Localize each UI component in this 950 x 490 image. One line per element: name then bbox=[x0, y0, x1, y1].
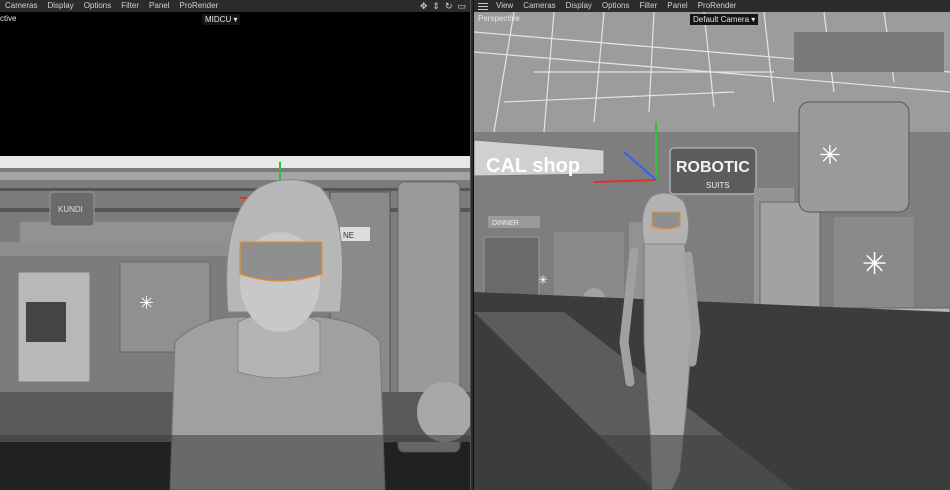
menu-cameras[interactable]: Cameras bbox=[0, 0, 42, 12]
viewport-left-ground bbox=[0, 435, 470, 490]
camera-label[interactable]: Default Camera ▾ bbox=[690, 14, 759, 25]
zoom-view-icon[interactable]: ⇕ bbox=[432, 0, 440, 12]
viewport-right-ground bbox=[474, 435, 950, 490]
projection-label: Perspective bbox=[478, 14, 520, 23]
viewport-left-menubar: Cameras Display Options Filter Panel Pro… bbox=[0, 0, 470, 12]
menu-display[interactable]: Display bbox=[561, 0, 597, 12]
hamburger-menu-icon[interactable] bbox=[478, 2, 488, 10]
maximize-view-icon[interactable]: ▭ bbox=[457, 0, 466, 12]
viewport-nav-icons: ✥ ⇕ ↻ ▭ bbox=[420, 0, 466, 12]
menu-options[interactable]: Options bbox=[79, 0, 117, 12]
viewport-right-scene: CAL shop ROBOTIC SUITS DINNER ✳ ✳ ✳ ✳ ✳ bbox=[474, 12, 950, 490]
viewport-left-scene: KUNDI ✳ NE bbox=[0, 12, 470, 490]
robotic-sign-text: ROBOTIC bbox=[676, 159, 750, 176]
menu-options[interactable]: Options bbox=[597, 0, 635, 12]
character-visor bbox=[651, 211, 681, 230]
svg-text:✳: ✳ bbox=[819, 140, 841, 170]
menu-display[interactable]: Display bbox=[42, 0, 78, 12]
suits-sign-text: SUITS bbox=[706, 181, 730, 190]
svg-text:✳: ✳ bbox=[139, 293, 154, 313]
camera-dropdown-icon: ▾ bbox=[751, 15, 756, 24]
viewport-right-menubar: View Cameras Display Options Filter Pane… bbox=[474, 0, 950, 12]
rotate-view-icon[interactable]: ↻ bbox=[445, 0, 453, 12]
menu-prorender[interactable]: ProRender bbox=[693, 0, 742, 12]
viewport-right[interactable]: View Cameras Display Options Filter Pane… bbox=[474, 0, 950, 490]
projection-label: ctive bbox=[0, 14, 17, 23]
camera-dropdown-icon: ▾ bbox=[233, 15, 238, 24]
menu-panel[interactable]: Panel bbox=[144, 0, 174, 12]
character-visor bbox=[239, 241, 323, 282]
arcade-sign-text: KUNDI bbox=[58, 205, 83, 214]
camera-label[interactable]: MIDCU ▾ bbox=[202, 14, 241, 25]
scene-tank bbox=[798, 101, 910, 213]
menu-filter[interactable]: Filter bbox=[116, 0, 144, 12]
menu-filter[interactable]: Filter bbox=[634, 0, 662, 12]
shop-sign-text: CAL shop bbox=[486, 155, 580, 177]
dinner-sign-text: DINNER bbox=[492, 220, 519, 227]
svg-text:✳: ✳ bbox=[538, 273, 548, 287]
menu-panel[interactable]: Panel bbox=[662, 0, 692, 12]
viewport-left[interactable]: Cameras Display Options Filter Panel Pro… bbox=[0, 0, 470, 490]
menu-prorender[interactable]: ProRender bbox=[175, 0, 224, 12]
bar-sign-text: NE bbox=[343, 231, 354, 240]
svg-text:✳: ✳ bbox=[862, 248, 887, 281]
menu-view[interactable]: View bbox=[491, 0, 518, 12]
menu-cameras[interactable]: Cameras bbox=[518, 0, 560, 12]
move-view-icon[interactable]: ✥ bbox=[420, 0, 428, 12]
